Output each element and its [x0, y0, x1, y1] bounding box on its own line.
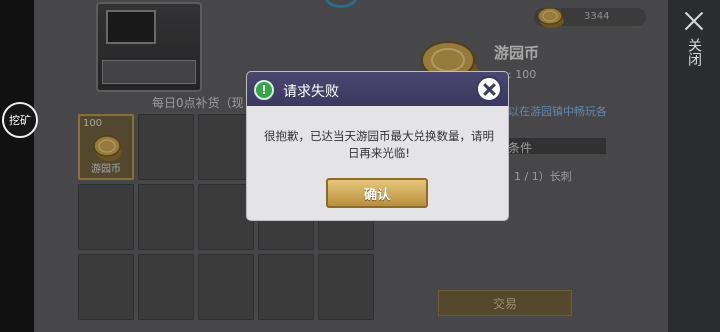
- dialog-title: 请求失败: [283, 84, 339, 100]
- dialog-header: ! 请求失败: [247, 72, 508, 106]
- close-label[interactable]: 关闭: [686, 38, 702, 66]
- error-dialog: ! 请求失败 很抱歉，已达当天游园币最大兑换数量，请明日再来光临! 确认: [247, 72, 508, 220]
- close-icon[interactable]: [683, 10, 705, 32]
- mine-button[interactable]: 挖矿: [2, 102, 38, 138]
- dialog-message: 很抱歉，已达当天游园币最大兑换数量，请明日再来光临!: [264, 129, 494, 160]
- left-edge: [0, 0, 34, 332]
- alert-icon: !: [254, 80, 274, 100]
- right-panel: 关闭: [668, 0, 720, 332]
- game-screen: 每日0点补货（现 100 游园币 3344 游园币: 100 以在游园镇中畅玩…: [0, 0, 720, 332]
- dialog-close-icon[interactable]: [476, 76, 502, 102]
- confirm-button[interactable]: 确认: [326, 178, 428, 208]
